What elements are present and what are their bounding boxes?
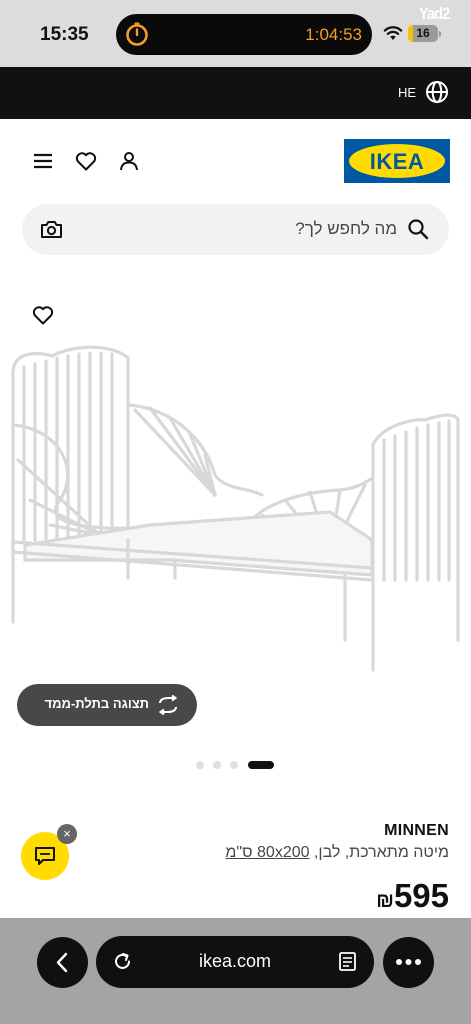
ikea-logo[interactable]: IKEA	[344, 139, 450, 183]
watermark: Yad2	[419, 4, 450, 23]
dynamic-island[interactable]: 1:04:53	[116, 14, 372, 55]
battery-indicator: 16	[408, 25, 438, 42]
address-bar[interactable]: ikea.com	[96, 936, 374, 988]
wishlist-heart-icon[interactable]	[31, 303, 55, 327]
user-icon[interactable]	[117, 149, 141, 173]
globe-icon[interactable]	[425, 80, 449, 104]
language-bar: HE	[0, 67, 471, 119]
battery-cap	[439, 31, 441, 37]
more-button[interactable]	[383, 937, 434, 988]
browser-toolbar: ikea.com	[0, 918, 471, 1024]
camera-icon[interactable]	[40, 218, 63, 241]
currency-symbol: ₪	[376, 890, 394, 912]
rotate-3d-icon	[158, 695, 178, 715]
product-description: מיטה מתארכת, לבן, 80x200 ס"מ	[225, 844, 449, 862]
chat-close-button[interactable]: ×	[57, 824, 77, 844]
battery-level: 16	[416, 26, 430, 40]
back-button[interactable]	[37, 937, 88, 988]
carousel-dots[interactable]	[196, 760, 276, 770]
search-placeholder: מה לחפש לך?	[295, 219, 397, 238]
chat-icon	[35, 847, 55, 865]
reader-mode-icon[interactable]	[337, 951, 358, 972]
product-size-link[interactable]: 80x200 ס"מ	[225, 844, 309, 861]
url-text[interactable]: ikea.com	[96, 951, 374, 972]
status-bar: 15:35 1:04:53 16 Yad2	[0, 0, 471, 67]
menu-icon[interactable]	[32, 150, 54, 172]
product-name[interactable]: MINNEN	[384, 822, 449, 840]
view-3d-label: תצוגה בתלת-ממד	[44, 696, 149, 711]
carousel-dot-1[interactable]	[196, 761, 204, 769]
timer-text: 1:04:53	[305, 25, 362, 44]
chevron-left-icon	[56, 952, 68, 973]
product-image[interactable]	[0, 330, 471, 680]
wifi-icon	[383, 26, 403, 40]
status-time: 15:35	[40, 24, 89, 45]
carousel-dot-2[interactable]	[213, 761, 221, 769]
carousel-dot-active[interactable]	[248, 761, 274, 769]
view-3d-button[interactable]: תצוגה בתלת-ממד	[17, 684, 197, 726]
ikea-logo-text: IKEA	[369, 149, 425, 174]
product-type: מיטה מתארכת, לבן,	[313, 844, 449, 861]
carousel-dot-3[interactable]	[230, 761, 238, 769]
price-value: 595	[393, 877, 449, 914]
heart-icon[interactable]	[74, 149, 98, 173]
more-dots-icon	[396, 959, 421, 965]
product-price: ₪595	[376, 877, 449, 915]
language-code[interactable]: HE	[398, 85, 416, 100]
search-icon[interactable]	[407, 218, 429, 240]
search-input[interactable]: מה לחפש לך?	[22, 204, 449, 255]
timer-icon	[126, 22, 148, 46]
